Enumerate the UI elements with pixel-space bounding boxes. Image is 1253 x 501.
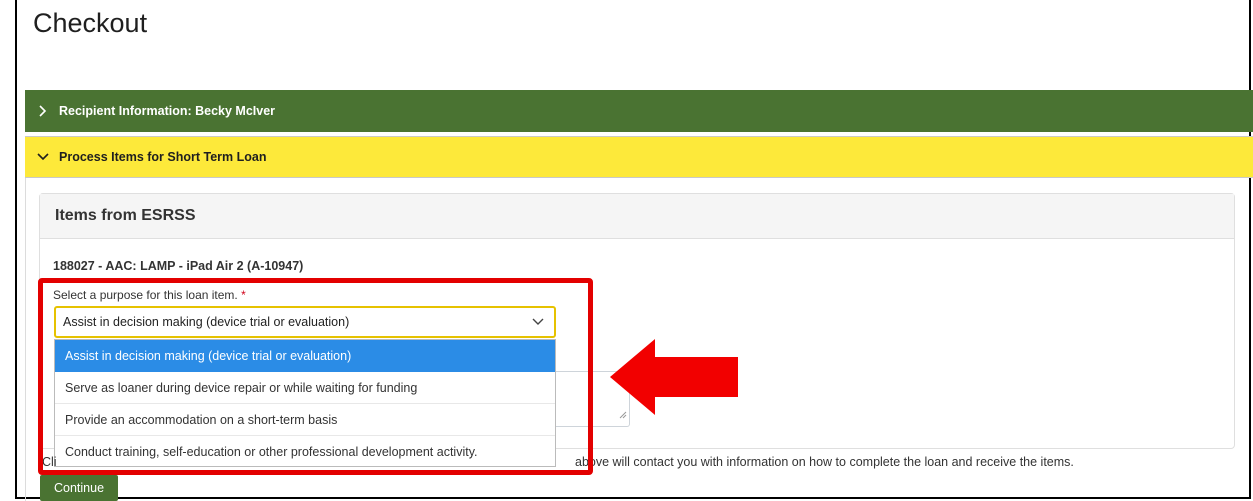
process-section-label: Process Items for Short Term Loan [59, 150, 267, 164]
chevron-down-icon [37, 152, 59, 162]
process-section-header[interactable]: Process Items for Short Term Loan [25, 136, 1253, 178]
instruction-text-end: above will contact you with information … [575, 455, 1074, 469]
chevron-right-icon [37, 105, 59, 117]
red-arrow-icon [610, 339, 738, 415]
page-title: Checkout [33, 8, 148, 38]
annotation-highlight-box [38, 278, 593, 475]
recipient-section-header[interactable]: Recipient Information: Becky McIver [25, 90, 1253, 132]
card-header: Items from ESRSS [40, 194, 1234, 239]
continue-button[interactable]: Continue [40, 475, 119, 501]
recipient-section-label: Recipient Information: Becky McIver [59, 104, 276, 118]
loan-item-title: 188027 - AAC: LAMP - iPad Air 2 (A-10947… [53, 259, 304, 273]
